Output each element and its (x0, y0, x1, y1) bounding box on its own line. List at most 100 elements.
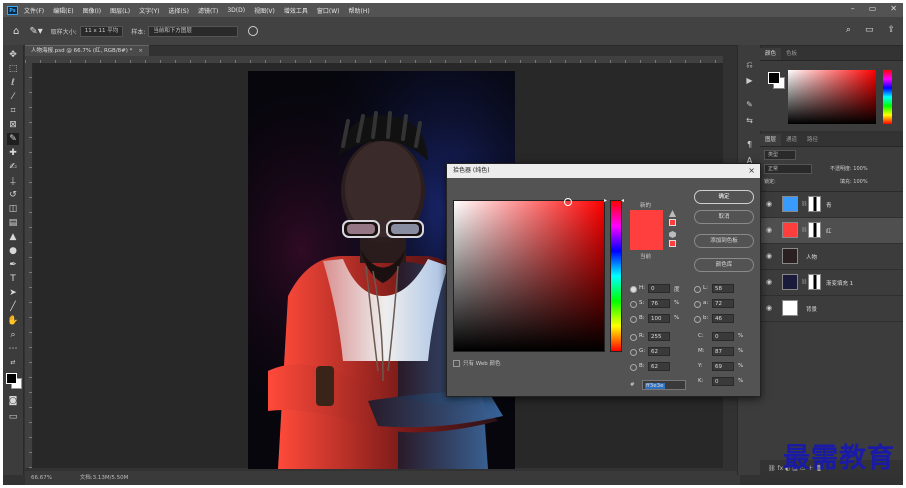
menu-edit[interactable]: 编辑(E) (53, 6, 73, 15)
menu-window[interactable]: 窗口(W) (317, 6, 340, 15)
saturation-input[interactable]: 76 (648, 299, 670, 308)
lab-a-radio[interactable] (694, 301, 701, 308)
eraser-tool-icon[interactable]: ◫ (7, 203, 19, 215)
close-icon[interactable]: ✕ (890, 4, 897, 13)
pen-tool-icon[interactable]: ✒ (7, 259, 19, 271)
web-color-swatch[interactable] (669, 240, 676, 247)
visibility-eye-icon[interactable]: ◉ (766, 226, 772, 234)
layer-name[interactable]: 背景 (806, 305, 817, 313)
crop-tool-icon[interactable]: ⌗ (7, 105, 19, 117)
hue-input[interactable]: 0 (648, 284, 670, 293)
layer-mask-thumbnail[interactable] (808, 222, 821, 238)
menu-layer[interactable]: 图层(L) (110, 6, 130, 15)
color-libraries-button[interactable]: 颜色库 (694, 258, 754, 272)
gradient-tool-icon[interactable]: ▤ (7, 217, 19, 229)
menu-type[interactable]: 文字(Y) (139, 6, 159, 15)
red-input[interactable]: 255 (648, 332, 670, 341)
lab-b-radio[interactable] (694, 316, 701, 323)
menu-plugins[interactable]: 增效工具 (284, 6, 308, 15)
green-radio[interactable] (630, 349, 637, 356)
move-tool-icon[interactable]: ✥ (7, 49, 19, 61)
lab-a-input[interactable]: 72 (712, 299, 734, 308)
menu-file[interactable]: 文件(F) (24, 6, 44, 15)
eyedropper-tool-icon[interactable]: ✎▾ (29, 26, 42, 37)
clone-stamp-tool-icon[interactable]: ⍊ (7, 175, 19, 187)
layer-row[interactable]: ◉ ⛓ 青 (760, 192, 903, 218)
green-input[interactable]: 62 (648, 347, 670, 356)
quick-mask-icon[interactable]: ◙ (7, 395, 19, 407)
layer-name[interactable]: 人物 (806, 253, 817, 261)
link-icon[interactable]: ⛓ (801, 227, 807, 233)
menu-view[interactable]: 视图(V) (254, 6, 275, 15)
current-color-swatch[interactable] (630, 230, 663, 250)
eyedropper-tool-icon[interactable]: ✎ (7, 133, 19, 145)
layer-row[interactable]: ◉ 人物 (760, 244, 903, 270)
web-only-checkbox[interactable]: 只有 Web 颜色 (453, 359, 501, 367)
path-select-tool-icon[interactable]: ➤ (7, 287, 19, 299)
tab-color[interactable]: 颜色 (760, 48, 782, 60)
lab-l-input[interactable]: 58 (712, 284, 734, 293)
visibility-eye-icon[interactable]: ◉ (766, 200, 772, 208)
workspace-icon[interactable]: ▭ (865, 25, 874, 35)
layer-thumbnail[interactable] (782, 248, 798, 264)
layer-row[interactable]: ◉ 背景 (760, 296, 903, 322)
yellow-input[interactable]: 69 (712, 362, 734, 371)
layer-thumbnail[interactable] (782, 274, 798, 290)
history-icon[interactable]: ⎌ (744, 59, 755, 70)
lab-l-radio[interactable] (694, 286, 701, 293)
minimize-icon[interactable]: – (851, 4, 855, 13)
saturation-radio[interactable] (630, 301, 637, 308)
paragraph-icon[interactable]: ¶ (744, 139, 755, 150)
web-only-checkbox-box[interactable] (453, 360, 460, 367)
red-radio[interactable] (630, 334, 637, 341)
tab-layers[interactable]: 图层 (760, 134, 782, 146)
panel-foreground-swatch[interactable] (768, 72, 780, 84)
document-size[interactable]: 文档:3.13M/5.50M (80, 475, 129, 481)
menu-select[interactable]: 选择(S) (168, 6, 189, 15)
layer-row[interactable]: ◉ ⛓ 渐变填充 1 (760, 270, 903, 296)
blue-input[interactable]: 62 (648, 362, 670, 371)
color-marker-ring[interactable] (564, 198, 572, 206)
layer-filter-select[interactable]: 类型 (764, 150, 796, 160)
lab-b-input[interactable]: 46 (712, 314, 734, 323)
blue-radio[interactable] (630, 364, 637, 371)
layer-mask-thumbnail[interactable] (808, 274, 821, 290)
frame-tool-icon[interactable]: ⊠ (7, 119, 19, 131)
share-icon[interactable]: ⇪ (887, 25, 895, 35)
sample-select[interactable]: 当前和下方图层 (148, 25, 239, 37)
menu-image[interactable]: 图像(I) (83, 6, 101, 15)
fill-control[interactable]: 填充: 100% (840, 178, 868, 185)
dodge-tool-icon[interactable]: ● (7, 245, 19, 257)
lasso-tool-icon[interactable]: ℓ (7, 77, 19, 89)
layer-name[interactable]: 红 (826, 227, 832, 235)
adjustments-icon[interactable]: ⇆ (744, 115, 755, 126)
marquee-tool-icon[interactable]: ⬚ (7, 63, 19, 75)
dialog-title-bar[interactable]: 拾色器 (纯色) × (447, 164, 760, 178)
hand-tool-icon[interactable]: ✋ (7, 315, 19, 327)
visibility-eye-icon[interactable]: ◉ (766, 252, 772, 260)
type-tool-icon[interactable]: T (7, 273, 19, 285)
zoom-level[interactable]: 66.67% (31, 475, 52, 481)
tab-channels[interactable]: 通道 (781, 134, 802, 146)
brightness-radio[interactable] (630, 316, 637, 323)
visibility-eye-icon[interactable]: ◉ (766, 304, 772, 312)
tab-paths[interactable]: 路径 (802, 134, 823, 146)
color-spectrum-field[interactable] (788, 70, 876, 124)
layer-thumbnail[interactable] (782, 300, 798, 316)
add-to-swatches-button[interactable]: 添加到色板 (694, 234, 754, 248)
dialog-close-icon[interactable]: × (748, 164, 755, 178)
swap-colors-icon[interactable]: ⇄ (7, 357, 19, 369)
actions-play-icon[interactable]: ▶ (744, 75, 755, 86)
line-tool-icon[interactable]: ╱ (7, 301, 19, 313)
menu-help[interactable]: 帮助(H) (349, 6, 370, 15)
out-of-gamut-warning-icon[interactable] (669, 210, 676, 217)
ok-button[interactable]: 确定 (694, 190, 754, 204)
layer-name[interactable]: 渐变填充 1 (826, 279, 853, 287)
opacity-control[interactable]: 不透明度: 100% (830, 165, 868, 172)
gamut-color-swatch[interactable] (669, 219, 676, 226)
hex-input[interactable]: ff3e3e (642, 380, 686, 390)
brush-tool-icon[interactable]: ✍ (7, 161, 19, 173)
menu-filter[interactable]: 滤镜(T) (198, 6, 218, 15)
restore-icon[interactable]: ▭ (869, 4, 877, 13)
history-brush-tool-icon[interactable]: ↺ (7, 189, 19, 201)
